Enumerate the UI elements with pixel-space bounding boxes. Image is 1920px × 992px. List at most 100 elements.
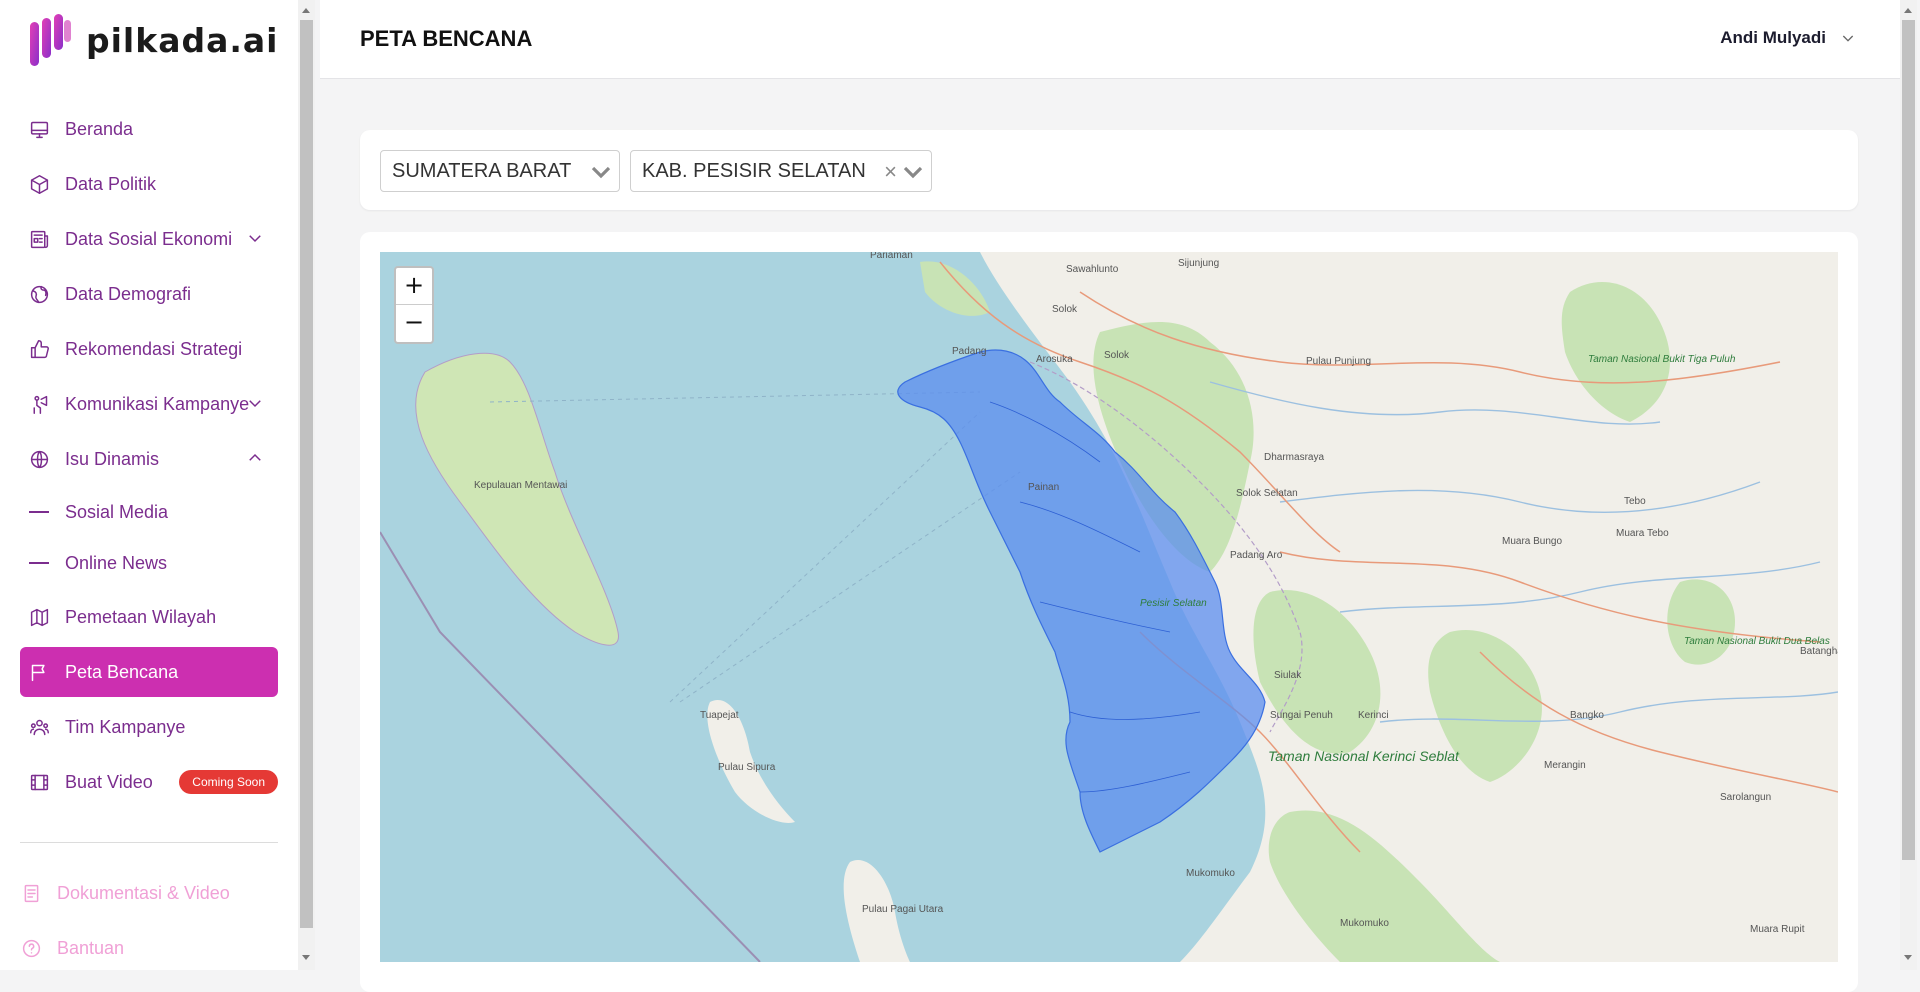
thumbs-up-icon	[28, 338, 50, 360]
map-label: Taman Nasional Kerinci Seblat	[1268, 748, 1459, 764]
clear-icon[interactable]: ×	[884, 159, 897, 185]
regency-select-value: KAB. PESISIR SELATAN	[642, 159, 866, 182]
sidebar-item-label: Sosial Media	[65, 501, 169, 522]
sidebar-item-label: Komunikasi Kampanye	[65, 393, 250, 414]
map-label: Arosuka	[1036, 354, 1073, 365]
sidebar-item-label: Bantuan	[57, 937, 125, 958]
sidebar-item-label: Data Politik	[65, 173, 157, 194]
monitor-icon	[28, 118, 50, 140]
chevron-down-icon	[591, 163, 611, 186]
chevron-down-icon	[246, 229, 264, 247]
map-label: Pariaman	[870, 252, 913, 261]
newspaper-icon	[28, 228, 50, 250]
map-label: Sawahlunto	[1066, 264, 1119, 275]
flag-icon	[28, 661, 50, 683]
map-label: Dharmasraya	[1264, 452, 1325, 463]
province-select[interactable]: SUMATERA BARAT	[380, 150, 620, 192]
map-label: Mukomuko	[1186, 868, 1235, 879]
scrollbar-thumb[interactable]	[1902, 20, 1915, 860]
logo[interactable]: pilkada.ai	[28, 14, 278, 66]
map-label: Mukomuko	[1340, 918, 1389, 929]
top-header: PETA BENCANA Andi Mulyadi	[320, 0, 1900, 79]
sidebar-item-label: Peta Bencana	[65, 661, 179, 682]
map-label: Solok	[1052, 304, 1078, 315]
chevron-down-icon	[1842, 35, 1854, 42]
map-label: Solok Selatan	[1236, 488, 1298, 499]
sidebar-item-isu-dinamis[interactable]: Isu Dinamis	[20, 434, 278, 484]
sidebar-item-pemetaan-wilayah[interactable]: Pemetaan Wilayah	[20, 592, 278, 642]
dash-icon	[29, 511, 49, 513]
map-label: Painan	[1028, 482, 1060, 493]
map-label: Muara Rupit	[1750, 924, 1805, 935]
sidebar-item-komunikasi-kampanye[interactable]: Komunikasi Kampanye	[20, 379, 278, 429]
map-label: Padang Aro	[1230, 550, 1283, 561]
sidebar-item-data-demografi[interactable]: Data Demografi	[20, 269, 278, 319]
map-label: Padang	[952, 346, 987, 357]
sidebar-item-label: Isu Dinamis	[65, 448, 160, 469]
scroll-down-arrow-icon[interactable]	[1904, 955, 1912, 960]
document-icon	[20, 882, 42, 904]
scroll-up-arrow-icon[interactable]	[1904, 8, 1912, 13]
sidebar-divider	[20, 842, 278, 843]
chevron-down-icon	[903, 163, 923, 186]
map-label: Sungai Penuh	[1270, 710, 1333, 721]
map-label: Solok	[1104, 350, 1130, 361]
map-label: Siulak	[1274, 670, 1302, 681]
sidebar-item-dokumentasi[interactable]: Dokumentasi & Video	[12, 868, 270, 918]
film-icon	[28, 771, 50, 793]
sidebar-item-label: Buat Video	[65, 771, 153, 792]
province-select-value: SUMATERA BARAT	[392, 159, 572, 182]
cube-icon	[28, 173, 50, 195]
sidebar-item-label: Beranda	[65, 118, 134, 139]
sidebar-item-bantuan[interactable]: Bantuan	[12, 923, 270, 970]
logo-text: pilkada.ai	[86, 20, 279, 60]
sidebar-item-tim-kampanye[interactable]: Tim Kampanye	[20, 702, 278, 752]
regency-select[interactable]: KAB. PESISIR SELATAN ×	[630, 150, 932, 192]
sidebar-item-label: Online News	[65, 552, 168, 573]
map-label: Tuapejat	[700, 710, 739, 721]
megaphone-icon	[28, 393, 50, 415]
sidebar-item-label: Rekomendasi Strategi	[65, 338, 243, 359]
sidebar-item-data-sosial-ekonomi[interactable]: Data Sosial Ekonomi	[20, 214, 278, 264]
scroll-up-arrow-icon[interactable]	[302, 8, 310, 13]
globe-icon	[28, 283, 50, 305]
sidebar-scrollbar[interactable]	[298, 0, 315, 970]
map-label: Muara Bungo	[1502, 536, 1563, 547]
map-label: Pesisir Selatan	[1140, 598, 1207, 609]
map-label: Kepulauan Mentawai	[474, 480, 568, 491]
map-icon	[28, 606, 50, 628]
scroll-down-arrow-icon[interactable]	[302, 955, 310, 960]
dash-icon	[29, 562, 49, 564]
sidebar-item-label: Pemetaan Wilayah	[65, 606, 217, 627]
zoom-control: + −	[394, 266, 434, 344]
sidebar-item-buat-video[interactable]: Buat Video Coming Soon	[20, 757, 278, 807]
sidebar-item-rekomendasi-strategi[interactable]: Rekomendasi Strategi	[20, 324, 278, 374]
user-menu[interactable]: Andi Mulyadi	[1720, 28, 1856, 48]
chevron-up-icon	[246, 449, 264, 467]
map-label: Sijunjung	[1178, 258, 1220, 269]
disaster-map[interactable]: Pariaman Sawahlunto Sijunjung Solok Pada…	[380, 252, 1838, 962]
sidebar: pilkada.ai Beranda Data Politik Data Sos…	[0, 0, 298, 970]
sidebar-item-online-news[interactable]: Online News	[20, 538, 278, 588]
sidebar-item-label: Tim Kampanye	[65, 716, 186, 737]
chevron-down-icon	[246, 394, 264, 412]
page-scrollbar[interactable]	[1900, 0, 1917, 970]
sidebar-item-label: Dokumentasi & Video	[57, 882, 230, 903]
scrollbar-thumb[interactable]	[300, 20, 313, 928]
sidebar-item-label: Data Sosial Ekonomi	[65, 228, 233, 249]
coming-soon-badge: Coming Soon	[179, 770, 278, 794]
sidebar-item-beranda[interactable]: Beranda	[20, 104, 278, 154]
map-label: Merangin	[1544, 760, 1586, 771]
sidebar-item-label: Data Demografi	[65, 283, 192, 304]
map-label: Muara Tebo	[1616, 528, 1669, 539]
zoom-out-button[interactable]: −	[396, 305, 432, 341]
sidebar-item-sosial-media[interactable]: Sosial Media	[20, 487, 278, 537]
sidebar-item-peta-bencana[interactable]: Peta Bencana	[20, 647, 278, 697]
zoom-in-button[interactable]: +	[396, 268, 432, 305]
team-icon	[28, 716, 50, 738]
map-label: Tebo	[1624, 496, 1646, 507]
map-label: Pulau Sipura	[718, 762, 776, 773]
sidebar-item-data-politik[interactable]: Data Politik	[20, 159, 278, 209]
help-icon	[20, 937, 42, 959]
user-name: Andi Mulyadi	[1720, 28, 1826, 47]
